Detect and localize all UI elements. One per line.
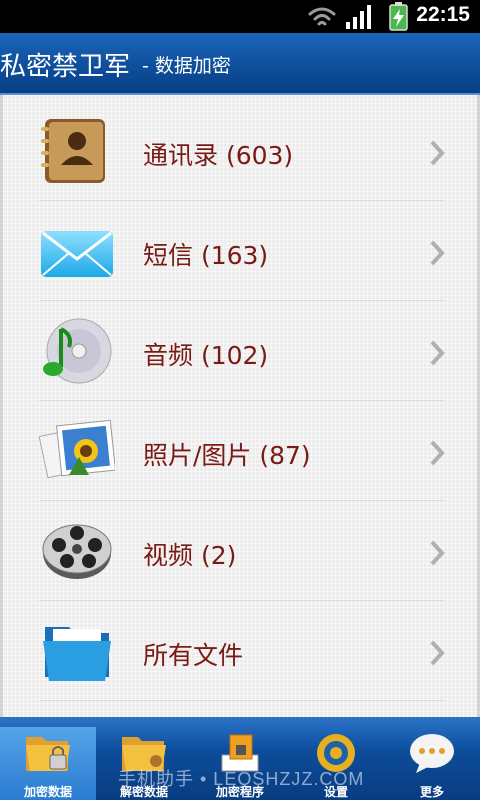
wifi-icon xyxy=(308,7,336,26)
encrypt-folder-icon xyxy=(26,737,70,771)
chevron-right-icon xyxy=(430,240,445,266)
clock: 22:15 xyxy=(416,3,470,26)
contacts-book-icon xyxy=(41,119,105,183)
menu-item-contacts[interactable]: 通讯录 (603) xyxy=(39,101,445,201)
menu-item-label: 音频 (102) xyxy=(143,341,269,370)
chevron-right-icon xyxy=(430,340,445,366)
watermark: 手机助手 • LEQSHZJZ.COM xyxy=(118,769,365,789)
menu-item-audio[interactable]: 音频 (102) xyxy=(39,301,445,401)
menu-list: 通讯录 (603) 短信 (163) 音频 (102) 照片/图片 (87) 视… xyxy=(0,95,480,717)
menu-item-all-files[interactable]: 所有文件 xyxy=(39,601,445,701)
chevron-right-icon xyxy=(430,540,445,566)
app-subtitle: - 数据加密 xyxy=(142,55,231,77)
menu-item-label: 视频 (2) xyxy=(143,541,237,570)
app-title: 私密禁卫军 xyxy=(0,52,131,82)
tab-label: 更多 xyxy=(419,785,444,799)
envelope-icon xyxy=(41,231,113,277)
menu-item-photos[interactable]: 照片/图片 (87) xyxy=(39,401,445,501)
status-icons xyxy=(308,2,408,31)
tab-more[interactable]: 更多 xyxy=(384,727,480,800)
photo-icon xyxy=(39,419,115,479)
menu-item-video[interactable]: 视频 (2) xyxy=(39,501,445,601)
title-bar: 私密禁卫军 - 数据加密 xyxy=(0,33,480,95)
folder-icon xyxy=(43,627,111,681)
bottom-tab-bar: 加密数据 解密数据 加密程序 设置 更多 手机助手 • LEQSHZJZ.COM xyxy=(0,717,480,800)
chevron-right-icon xyxy=(430,440,445,466)
menu-item-sms[interactable]: 短信 (163) xyxy=(39,201,445,301)
tab-label: 加密数据 xyxy=(23,785,72,799)
more-bubble-icon xyxy=(410,734,454,773)
menu-item-label: 短信 (163) xyxy=(143,241,269,270)
menu-item-label: 所有文件 xyxy=(143,641,244,670)
chevron-right-icon xyxy=(430,140,445,166)
tab-encrypt-data[interactable]: 加密数据 xyxy=(0,727,96,800)
status-bar: 22:15 xyxy=(0,0,480,33)
signal-icon xyxy=(346,5,371,29)
menu-item-label: 照片/图片 (87) xyxy=(143,441,311,470)
music-cd-icon xyxy=(43,318,112,384)
battery-charging-icon xyxy=(389,2,408,31)
menu-item-label: 通讯录 (603) xyxy=(143,141,294,170)
chevron-right-icon xyxy=(430,640,445,666)
film-reel-icon xyxy=(42,524,112,579)
